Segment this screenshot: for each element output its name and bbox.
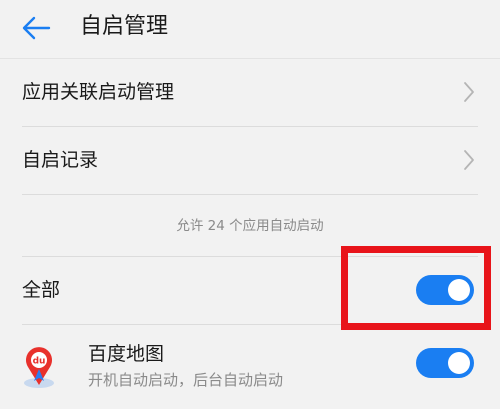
allowed-count-note: 允许 24 个应用自动启动 [176, 218, 324, 234]
svg-text:du: du [33, 357, 46, 367]
all-apps-label: 全部 [22, 279, 61, 301]
page-title: 自启管理 [80, 14, 169, 39]
top-bar: 自启管理 [0, 0, 500, 56]
app-row-baidu-map: du 百度地图 开机自动启动，后台自动启动 [0, 324, 500, 409]
menu-item-launch-records[interactable]: 自启记录 [0, 126, 500, 194]
chevron-right-icon [464, 150, 474, 170]
baidu-map-icon: du [24, 347, 54, 388]
menu-item-label: 自启记录 [22, 149, 99, 171]
divider [22, 194, 478, 195]
menu-item-linked-launch[interactable]: 应用关联启动管理 [0, 58, 500, 126]
toggle-knob [448, 352, 470, 374]
highlight-annotation-box [341, 246, 491, 330]
back-button[interactable] [18, 10, 54, 46]
app-status: 开机自动启动，后台自动启动 [88, 371, 284, 389]
app-name: 百度地图 [88, 343, 165, 365]
chevron-right-icon [464, 82, 474, 102]
app-toggle-baidu-map[interactable] [416, 348, 474, 378]
menu-item-label: 应用关联启动管理 [22, 81, 175, 103]
arrow-left-icon [22, 16, 51, 40]
